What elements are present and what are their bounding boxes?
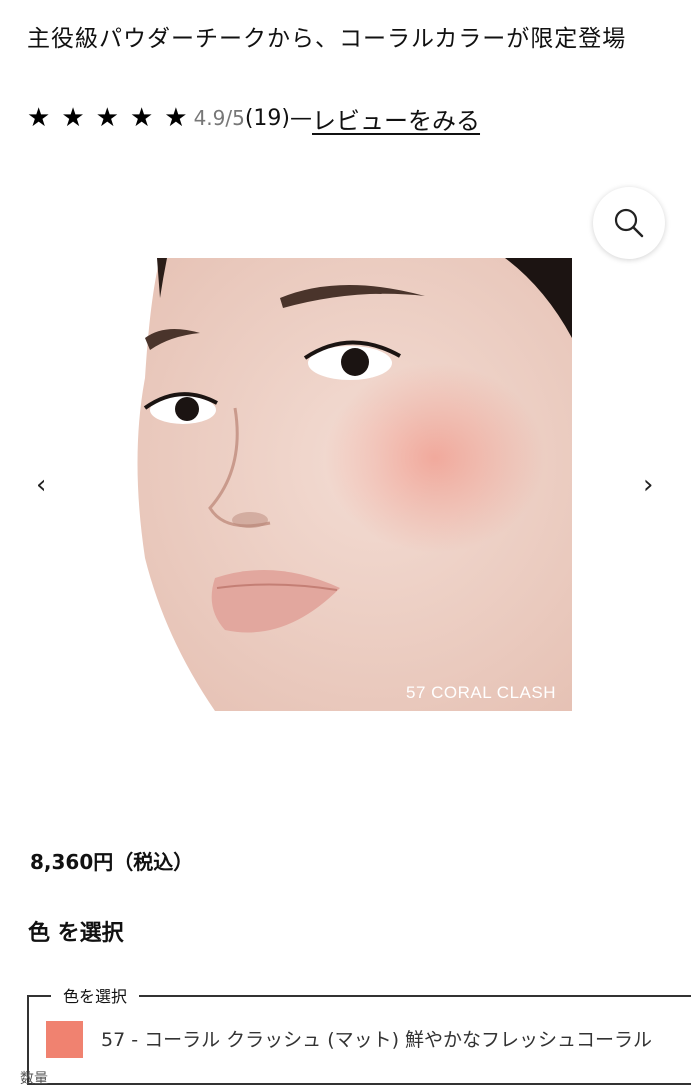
shade-select-legend: 色を選択 [51, 983, 140, 1007]
next-image-arrow[interactable]: › [643, 470, 653, 500]
star-icon: ★ [61, 103, 85, 133]
view-reviews-link[interactable]: レビューをみる [312, 101, 480, 136]
rating-value: 4.9/5 [193, 106, 245, 130]
separator: — [290, 105, 313, 131]
model-face-illustration [105, 258, 572, 711]
image-shade-caption: 57 CORAL CLASH [406, 683, 556, 702]
search-icon [614, 208, 644, 238]
shade-select-field[interactable]: 色を選択 57 - コーラル クラッシュ (マット) 鮮やかなフレッシュコーラル [27, 983, 691, 1085]
zoom-button[interactable] [593, 187, 665, 259]
price: 8,360円（税込） [30, 850, 194, 874]
previous-image-arrow[interactable]: ‹ [36, 470, 46, 500]
selected-shade-label: 57 - コーラル クラッシュ (マット) 鮮やかなフレッシュコーラル [101, 1029, 653, 1051]
shade-select-heading: 色 を選択 [28, 921, 124, 946]
product-model-image: 57 CORAL CLASH [105, 258, 572, 711]
product-title: 主役級パウダーチークから、コーラルカラーが限定登場 [27, 26, 627, 52]
shade-swatch [46, 1021, 83, 1058]
star-icon: ★ [164, 103, 188, 133]
star-icon: ★ [129, 103, 154, 133]
star-icon: ★ [27, 103, 51, 133]
rating-row: ★ ★ ★ ★ ★ 4.9/5 (19) — レビューをみる [27, 100, 480, 136]
star-icon: ★ [95, 103, 119, 133]
review-count: (19) [244, 105, 291, 131]
quantity-label: 数量 [20, 1071, 48, 1087]
